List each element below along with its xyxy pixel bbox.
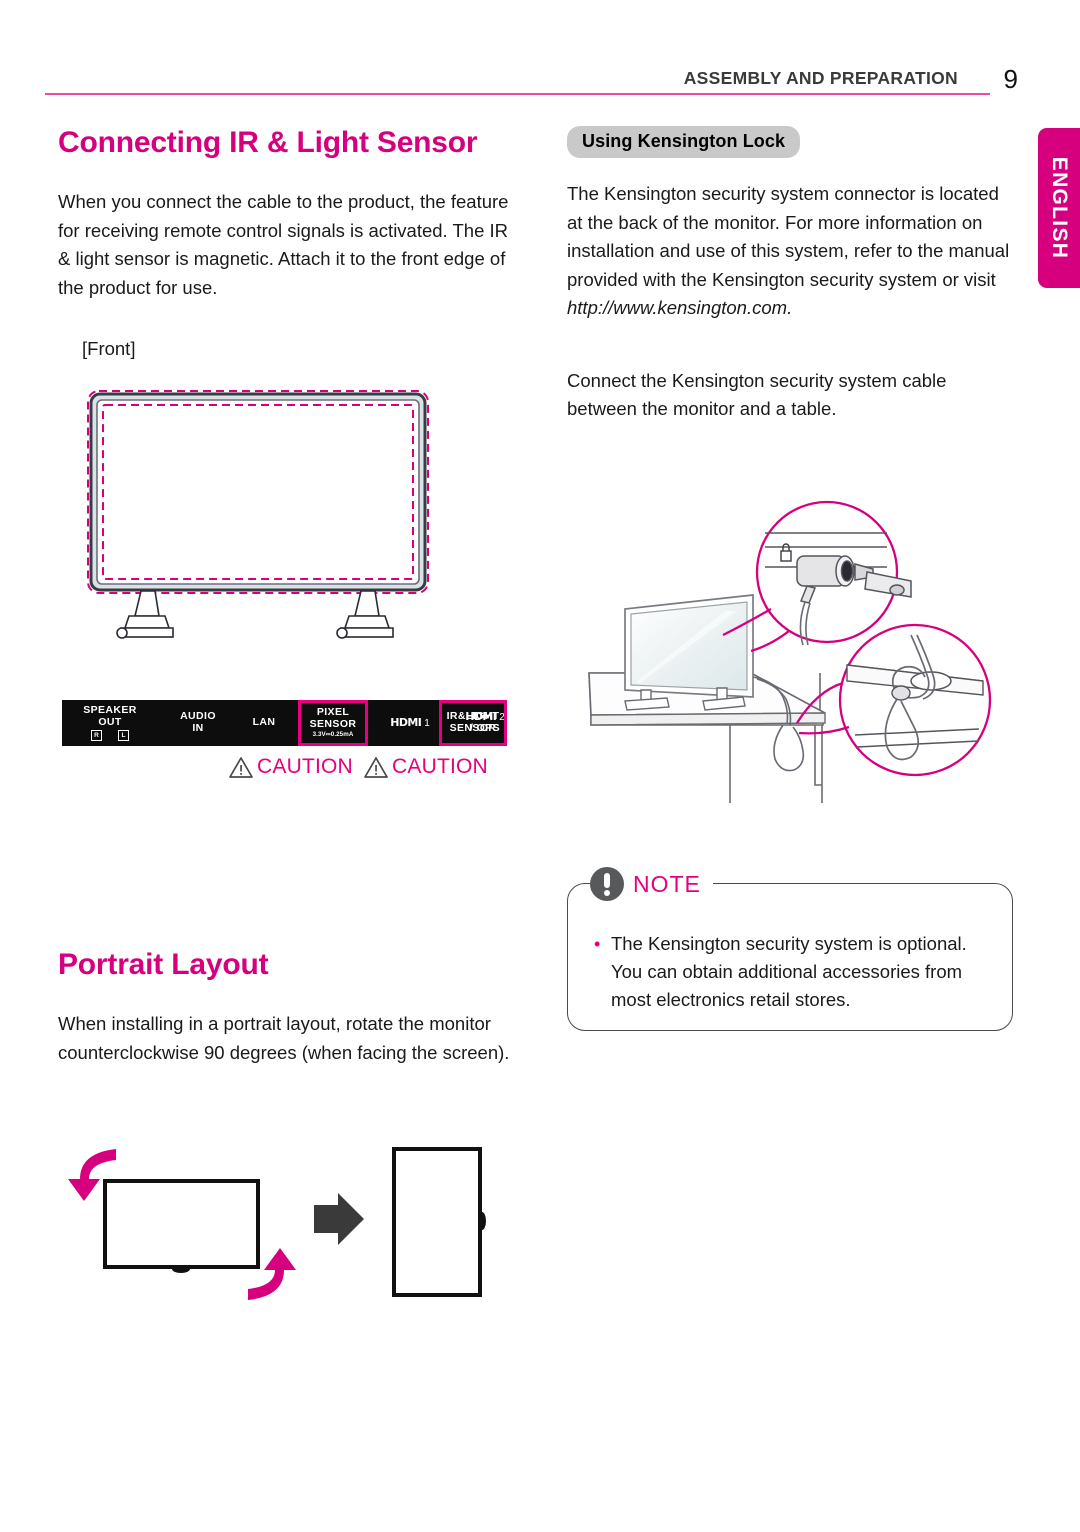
port-audio-in: AUDIO IN	[166, 700, 230, 746]
left-column: Connecting IR & Light Sensor When you co…	[58, 126, 510, 360]
subsection-badge-kensington: Using Kensington Lock	[567, 126, 801, 158]
kensington-paragraph-2: Connect the Kensington security system c…	[567, 369, 947, 420]
header-section-title: ASSEMBLY AND PREPARATION	[683, 68, 958, 88]
warning-triangle-icon	[229, 756, 253, 778]
language-tab-label: ENGLISH	[1048, 156, 1071, 260]
front-monitor-diagram	[85, 388, 480, 673]
port-connector-strip: SPEAKER OUT R L AUDIO IN LAN PIXEL SENSO…	[62, 700, 507, 746]
port-hdmi-1: HDMI 1	[374, 700, 446, 746]
speaker-channel-left: L	[118, 730, 129, 742]
portrait-rotation-diagram	[58, 1135, 510, 1335]
kensington-paragraph-1: The Kensington security system connector…	[567, 180, 1019, 323]
section-title-portrait-layout: Portrait Layout	[58, 948, 269, 981]
kensington-url: http://www.kensington.com	[567, 297, 788, 318]
front-view-label: [Front]	[82, 338, 136, 359]
portrait-layout-paragraph: When installing in a portrait layout, ro…	[58, 1013, 510, 1063]
port-label-line2: SENSOR	[309, 718, 357, 731]
speaker-channel-markers: R L	[91, 730, 129, 742]
speaker-channel-right: R	[91, 730, 102, 742]
exclamation-circle-icon	[590, 867, 624, 901]
kensington-paragraph-1-text: The Kensington security system connector…	[567, 183, 1010, 290]
portrait-layout-section: Portrait Layout When installing in a por…	[58, 948, 510, 1067]
hdmi-logo: HDMI	[390, 715, 422, 729]
kensington-lock-illustration	[575, 485, 1020, 805]
section-title-connecting-ir: Connecting IR & Light Sensor	[58, 126, 478, 159]
caution-text: CAUTION	[257, 755, 353, 778]
page-header: ASSEMBLY AND PREPARATION 9	[0, 0, 1080, 110]
warning-triangle-icon	[364, 756, 388, 778]
right-column: Using Kensington Lock The Kensington sec…	[567, 126, 1019, 424]
port-label-line1: LAN	[252, 716, 276, 729]
note-bullet-icon: •	[594, 934, 601, 954]
transition-arrow-icon	[314, 1193, 364, 1245]
caution-label-pixel-sensor: CAUTION	[228, 755, 353, 779]
port-pixel-sensor-spec: 3.3V⎓0.25mA	[312, 730, 354, 738]
caution-text: CAUTION	[392, 755, 488, 778]
caution-label-ir-sensor: CAUTION	[363, 755, 488, 779]
landscape-monitor-shape	[103, 1179, 260, 1273]
note-title: NOTE	[633, 870, 701, 897]
port-pixel-sensor: PIXEL SENSOR 3.3V⎓0.25mA	[298, 700, 368, 746]
language-tab-english: ENGLISH	[1038, 128, 1080, 288]
connecting-ir-paragraph: When you connect the cable to the produc…	[58, 191, 509, 298]
port-label-line1: SPEAKER	[83, 703, 137, 716]
port-label-line2: OUT	[98, 715, 122, 728]
port-speaker-out: SPEAKER OUT R L	[70, 700, 150, 746]
page-number: 9	[1003, 64, 1018, 94]
header-divider-rule	[45, 93, 990, 95]
note-box: NOTE • The Kensington security system is…	[567, 865, 1013, 1031]
port-label-line2: IN	[192, 722, 204, 734]
note-body: • The Kensington security system is opti…	[594, 930, 992, 1014]
port-lan: LAN	[238, 700, 290, 746]
port-ir-light-sensor: IR&LIGHT SENSOR	[439, 700, 507, 746]
note-text: The Kensington security system is option…	[611, 933, 967, 1010]
portrait-monitor-shape	[392, 1147, 486, 1297]
hdmi-port-number: 1	[424, 717, 430, 729]
port-label-line2: SENSOR	[449, 722, 497, 734]
note-caption: NOTE	[590, 865, 713, 903]
kensington-url-period: .	[787, 297, 793, 318]
